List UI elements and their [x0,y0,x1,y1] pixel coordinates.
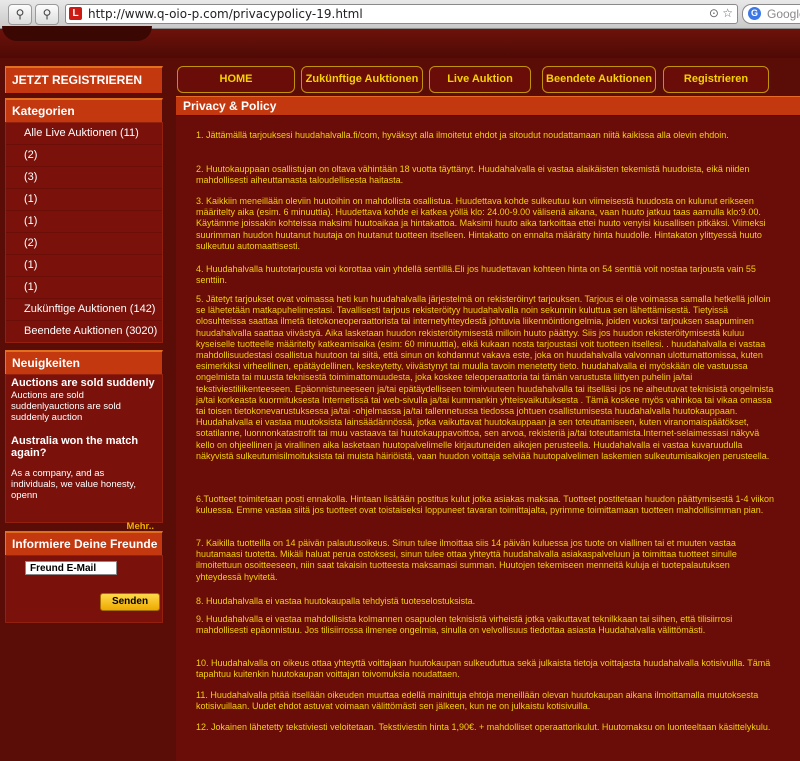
tab-home[interactable]: HOME [177,66,295,93]
policy-paragraph: 1. Jättämällä tarjouksesi huudahalvalla.… [196,130,729,140]
pin-icon-2[interactable]: ⚲ [35,4,59,25]
address-bar[interactable]: L http://www.q-oio-p.com/privacypolicy-1… [65,4,738,24]
tab-register[interactable]: Registrieren [663,66,769,93]
page-title: Privacy & Policy [176,96,800,115]
policy-content: 1. Jättämällä tarjouksesi huudahalvalla.… [176,116,800,761]
policy-paragraph: 10. Huudahalvalla on oikeus ottaa yhteyt… [196,658,771,680]
news-item-text: Auctions are sold suddenlyauctions are s… [11,390,121,423]
categories-title: Kategorien [5,98,163,122]
site-header [0,26,800,58]
policy-paragraph: 8. Huudahalvalla ei vastaa huutokaupalla… [196,596,476,606]
category-item[interactable]: (3) [6,167,162,189]
friends-form: Freund E-Mail Senden [5,555,163,623]
policy-paragraph: 12. Jokainen lähetetty tekstiviesti velo… [196,722,771,732]
address-text: http://www.q-oio-p.com/privacypolicy-19.… [88,7,363,21]
news-box: Auctions are sold suddenly Auctions are … [5,374,163,532]
sidebar: JETZT REGISTRIEREN Kategorien Alle Live … [5,66,163,623]
category-item[interactable]: (1) [6,255,162,277]
search-input[interactable]: Google [767,7,800,21]
browser-toolbar: ⚲ ⚲ L http://www.q-oio-p.com/privacypoli… [0,0,800,29]
pin-icon[interactable]: ⚲ [8,4,32,25]
policy-paragraph: 3. Kaikkiin meneillään oleviin huutoihin… [196,196,766,251]
policy-paragraph: 6.Tuotteet toimitetaan posti ennakolla. … [196,494,775,516]
policy-paragraph: 11. Huudahalvalla pitää itsellään oikeud… [196,690,759,712]
category-item[interactable]: (1) [6,277,162,299]
search-bar[interactable]: G Google [742,4,800,24]
policy-paragraph: 7. Kaikilla tuotteilla on 14 päivän pala… [196,538,737,582]
friend-email-input[interactable]: Freund E-Mail [25,561,117,575]
policy-paragraph: 2. Huutokauppaan osallistujan on oltava … [196,164,750,186]
category-item[interactable]: (1) [6,211,162,233]
policy-paragraph: 5. Jätetyt tarjoukset ovat voimassa heti… [196,294,774,461]
policy-paragraph: 4. Huudahalvalla huutotarjousta voi koro… [196,264,756,286]
google-icon: G [748,7,761,20]
news-title: Neuigkeiten [5,350,163,374]
category-item[interactable]: (1) [6,189,162,211]
category-item[interactable]: Zukünftige Auktionen (142) [6,299,162,321]
rss-star-icon[interactable]: ⊙ ☆ [709,6,733,20]
news-item-title[interactable]: Auctions are sold suddenly [6,375,162,389]
policy-paragraph: 9. Huudahalvalla ei vastaa mahdollisista… [196,614,733,636]
categories-list: Alle Live Auktionen (11) (2) (3) (1) (1)… [5,122,163,343]
news-item-title[interactable]: Australia won the match again? [6,433,155,459]
tab-live-auction[interactable]: Live Auktion [429,66,531,93]
send-button[interactable]: Senden [100,593,160,611]
main-nav: HOME Zukünftige Auktionen Live Auktion B… [177,66,799,93]
tab-ended-auctions[interactable]: Beendete Auktionen [542,66,656,93]
category-item[interactable]: Alle Live Auktionen (11) [6,123,162,145]
friends-title: Informiere Deine Freunde [5,531,163,555]
category-item[interactable]: Beendete Auktionen (3020) [6,321,162,342]
news-item-text: As a company, and as individuals, we val… [11,468,136,501]
register-button[interactable]: JETZT REGISTRIEREN [5,66,163,93]
category-item[interactable]: (2) [6,233,162,255]
category-item[interactable]: (2) [6,145,162,167]
tab-future-auctions[interactable]: Zukünftige Auktionen [301,66,423,93]
logo-shape [2,26,152,41]
site-favicon-icon: L [69,7,82,20]
